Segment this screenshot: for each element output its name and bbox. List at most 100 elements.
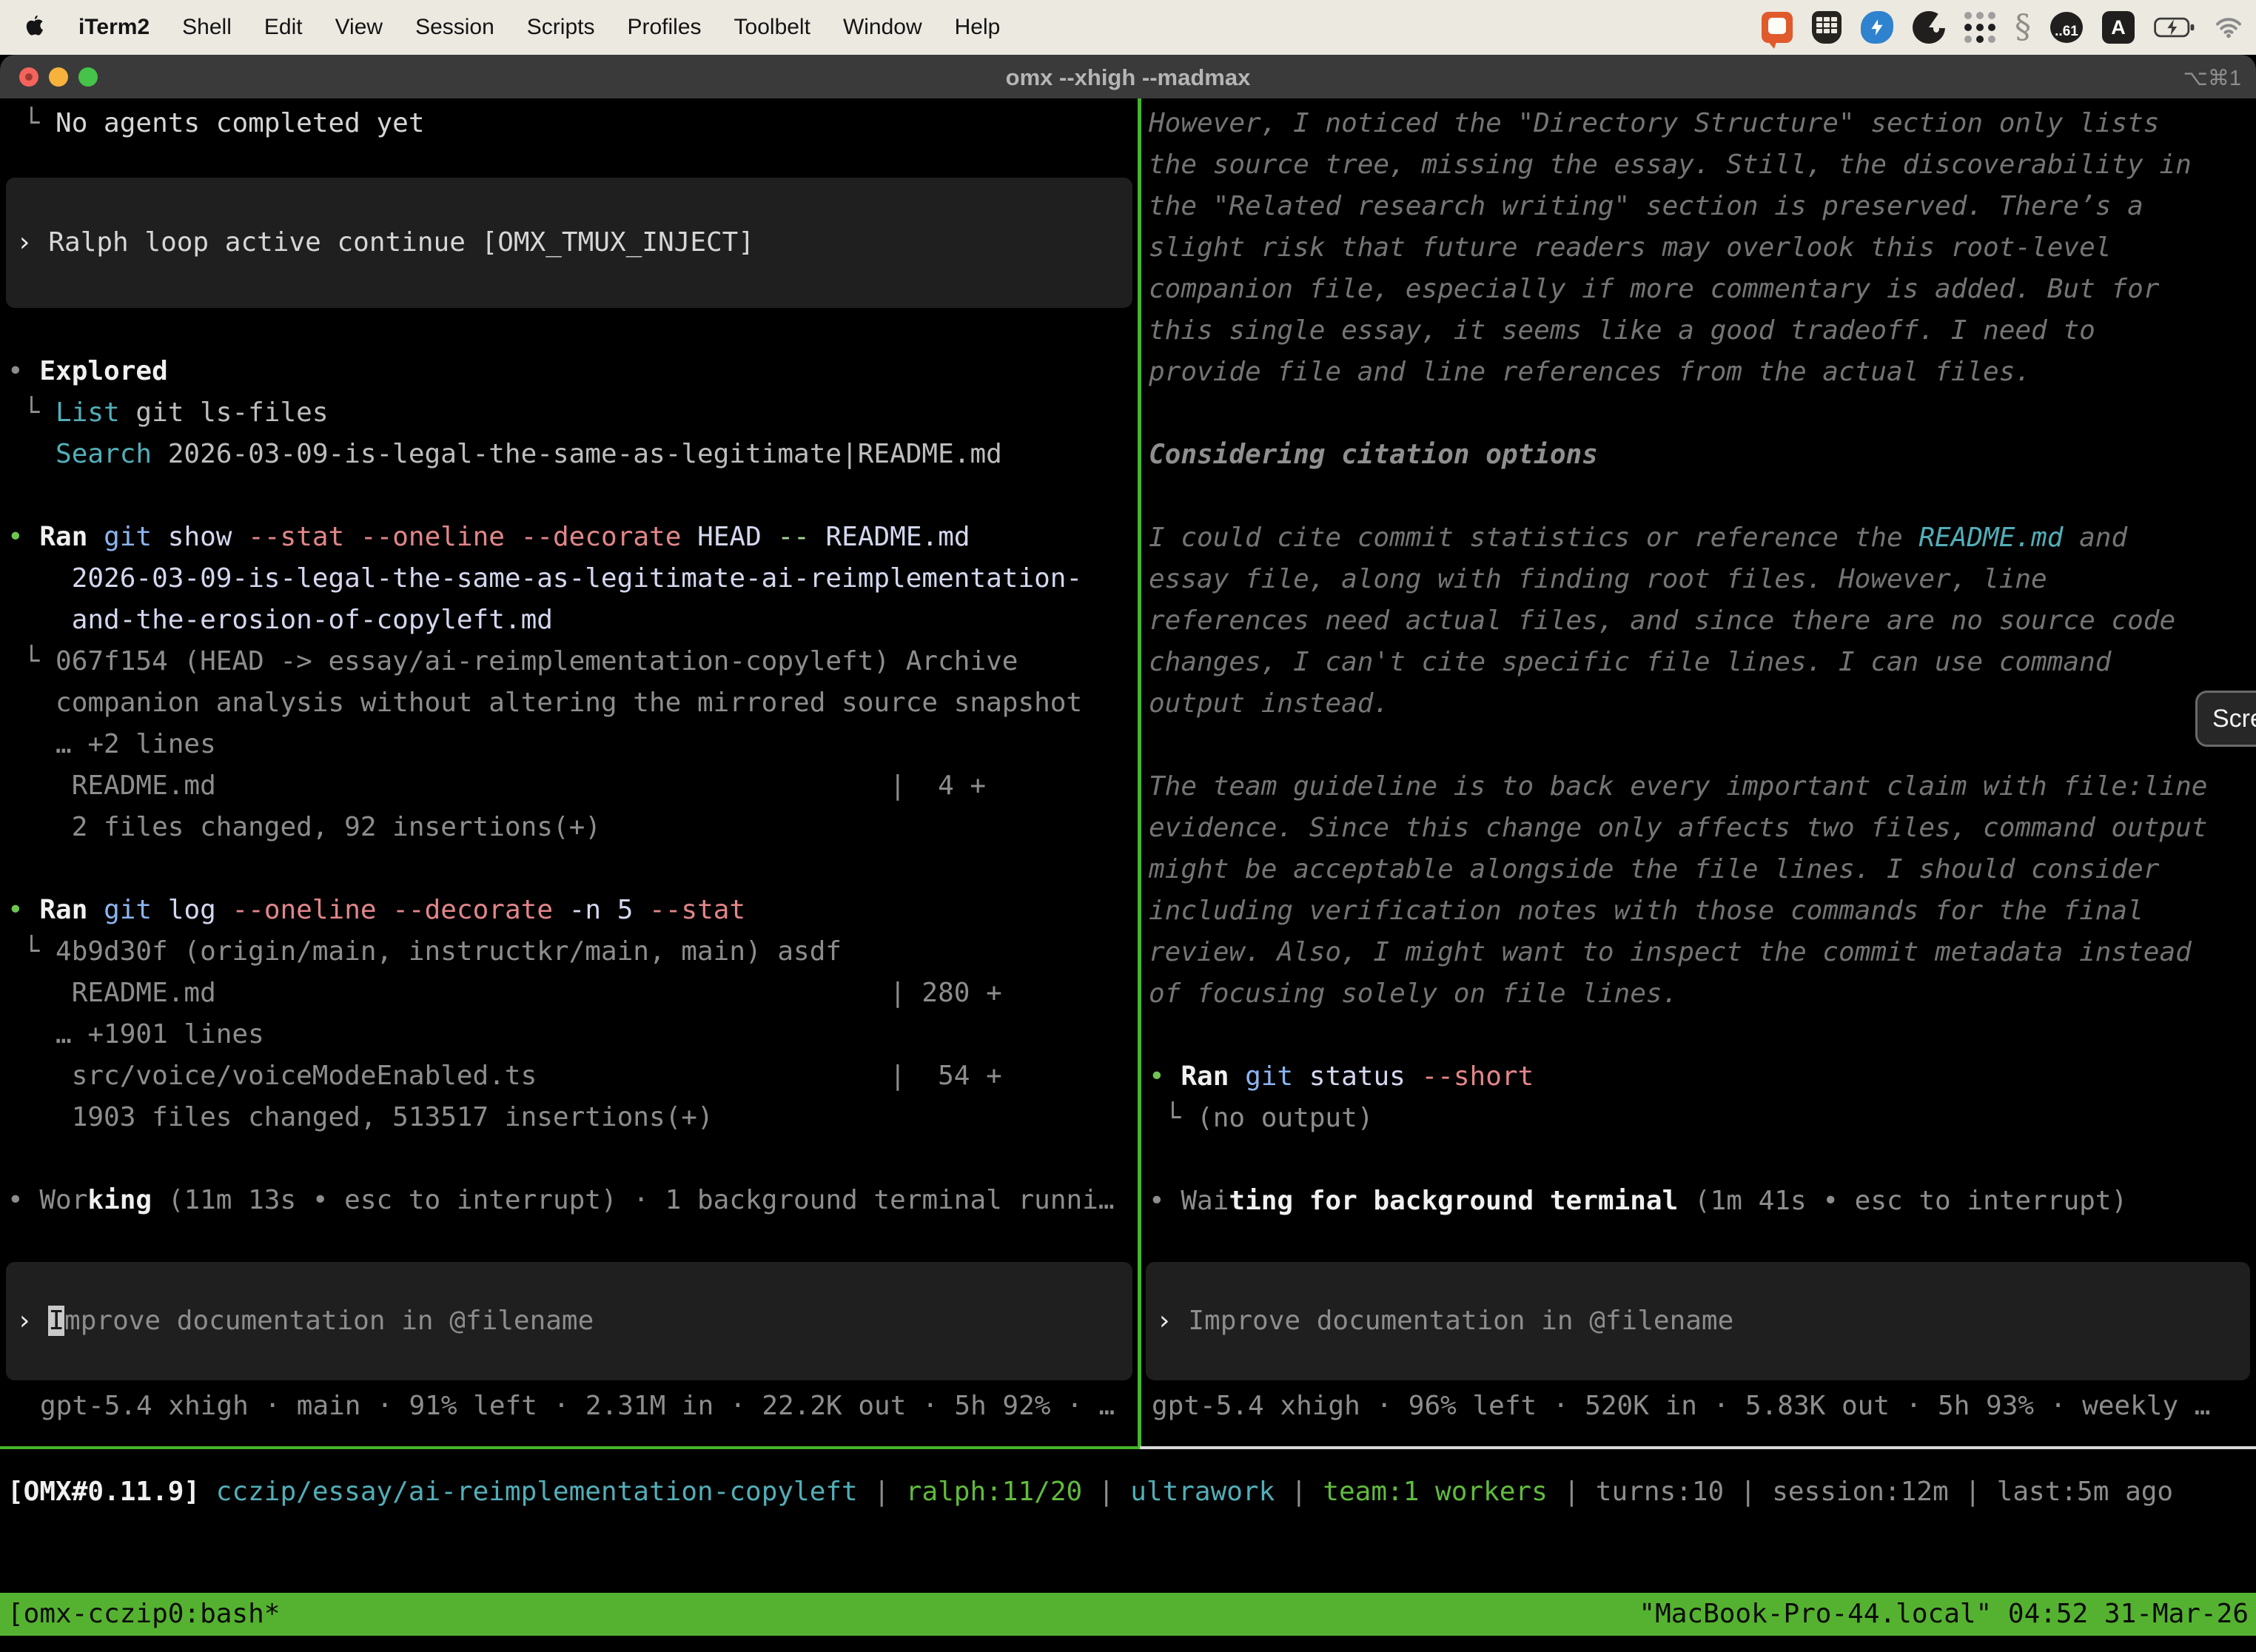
text-segment: 2026-03-09-is-legal-the-same-as-legitima… xyxy=(152,439,1002,469)
text-segment xyxy=(200,1477,216,1507)
text-segment: README.md | 4 + xyxy=(7,770,986,801)
text-segment: --oneline xyxy=(232,895,376,925)
terminal-line: review. Also, I might want to inspect th… xyxy=(1149,932,2252,973)
terminal-line: └ List git ls-files xyxy=(7,392,1135,434)
chat-bubble-tail xyxy=(1767,40,1777,49)
text-segment: I xyxy=(48,1306,64,1336)
window-title: omx --xhigh --madmax xyxy=(0,64,2256,91)
terminal-line xyxy=(1149,1139,2252,1181)
text-segment: Ralph loop active continue [OMX_TMUX_INJ… xyxy=(48,227,754,258)
text-segment: -n 5 xyxy=(553,895,649,925)
text-segment: might be acceptable alongside the file l… xyxy=(1149,854,2159,884)
terminal-line: essay file, along with finding root file… xyxy=(1149,559,2252,600)
terminal-line: └ (no output) xyxy=(1149,1098,2252,1139)
tmux-pane-divider[interactable] xyxy=(1138,98,1141,1449)
text-segment: provide file and line references from th… xyxy=(1149,357,2031,387)
text-segment xyxy=(87,895,104,925)
terminal-line: • Working (11m 13s • esc to interrupt) ·… xyxy=(7,1180,1135,1221)
pie-dot xyxy=(1933,25,1939,33)
text-segment: show xyxy=(152,522,248,552)
chat-bubble-icon[interactable] xyxy=(1762,12,1793,43)
terminal-line: provide file and line references from th… xyxy=(1149,352,2252,393)
text-segment: Considering citation options xyxy=(1149,440,1598,470)
screen-share-overlay-button[interactable]: Scre xyxy=(2195,691,2256,747)
text-segment: status xyxy=(1293,1061,1421,1092)
menu-item-toolbelt[interactable]: Toolbelt xyxy=(734,15,810,40)
battery-glyph-icon xyxy=(2154,17,2195,38)
terminal-line: • Ran git status --short xyxy=(1149,1056,2252,1098)
text-segment: › xyxy=(16,227,48,258)
text-segment: 4b9d30f (origin/main, instructkr/main, m… xyxy=(56,936,842,967)
terminal-line: README.md | 4 + xyxy=(7,765,1135,807)
text-segment: Ran xyxy=(39,522,87,552)
security-shield-icon[interactable] xyxy=(1812,11,1842,44)
text-segment: 1903 files changed, 513517 insertions(+) xyxy=(7,1102,714,1132)
terminal-line: this single essay, it seems like a good … xyxy=(1149,310,2252,352)
wifi-icon[interactable] xyxy=(2215,16,2243,38)
text-segment: ralph:11/20 xyxy=(906,1477,1082,1507)
menu-item-profiles[interactable]: Profiles xyxy=(627,15,701,40)
text-segment: gpt-5.4 xhigh · main · 91% left · 2.31M … xyxy=(40,1391,1115,1421)
text-segment: mprove documentation in @filename xyxy=(64,1306,594,1336)
terminal-line: └ 4b9d30f (origin/main, instructkr/main,… xyxy=(7,931,1135,973)
text-segment: (11m 13s • esc to interrupt) · 1 backgro… xyxy=(152,1185,1114,1215)
text-segment: └ xyxy=(7,397,56,428)
text-segment: README.md xyxy=(1918,523,2063,553)
terminal-line xyxy=(7,475,1135,517)
text-segment: List xyxy=(56,397,120,428)
menu-item-help[interactable]: Help xyxy=(955,15,1001,40)
left-pane-transcript[interactable]: • Explored └ List git ls-files Search 20… xyxy=(7,351,1135,1221)
menu-item-window[interactable]: Window xyxy=(843,15,922,40)
terminal-line: • Ran git log --oneline --decorate -n 5 … xyxy=(7,890,1135,931)
window-titlebar[interactable]: omx --xhigh --madmax ⌥⌘1 xyxy=(0,55,2256,98)
menu-item-edit[interactable]: Edit xyxy=(264,15,303,40)
menu-item-iterm2[interactable]: iTerm2 xyxy=(78,15,150,40)
battery-icon[interactable] xyxy=(2154,17,2195,38)
text-segment: | xyxy=(858,1477,906,1507)
terminal-line xyxy=(1149,393,2252,434)
terminal-line: src/voice/voiceModeEnabled.ts | 54 + xyxy=(7,1055,1135,1097)
text-segment: king xyxy=(87,1185,152,1215)
text-segment: session:12m xyxy=(1772,1477,1948,1507)
text-segment: of focusing solely on file lines. xyxy=(1149,978,1678,1009)
right-prompt-input[interactable]: › Improve documentation in @filename xyxy=(1146,1262,2250,1380)
text-segment: team:1 workers xyxy=(1323,1477,1547,1507)
text-segment: --decorate xyxy=(521,522,682,552)
apple-menu-icon[interactable] xyxy=(22,15,46,40)
text-segment xyxy=(87,522,104,552)
text-segment: └ xyxy=(7,936,56,967)
text-segment: Search xyxy=(56,439,152,469)
terminal-line: • Waiting for background terminal (1m 41… xyxy=(1149,1181,2252,1222)
text-segment: ultrawork xyxy=(1130,1477,1275,1507)
pie-app-icon[interactable] xyxy=(1913,11,1945,44)
left-prompt-input[interactable]: › Improve documentation in @filename xyxy=(6,1262,1132,1380)
left-queued-prompt-box[interactable]: › Ralph loop active continue [OMX_TMUX_I… xyxy=(6,178,1132,308)
window-shortcut-badge: ⌥⌘1 xyxy=(2183,65,2241,91)
sync-bolt-icon[interactable] xyxy=(1861,11,1893,44)
left-pane-header-lines[interactable]: └ No agents completed yet xyxy=(7,103,1135,144)
menu-item-session[interactable]: Session xyxy=(415,15,494,40)
squiggle-icon[interactable]: § xyxy=(2015,11,2031,44)
text-segment xyxy=(344,522,360,552)
shield-grid xyxy=(1816,17,1837,33)
terminal-line: of focusing solely on file lines. xyxy=(1149,973,2252,1015)
menu-item-shell[interactable]: Shell xyxy=(182,15,232,40)
menu-items: iTerm2 Shell Edit View Session Scripts P… xyxy=(0,15,1000,40)
terminal-line: • Explored xyxy=(7,351,1135,392)
menu-status-icons: § ..61 A xyxy=(1762,11,2256,44)
menu-item-view[interactable]: View xyxy=(335,15,383,40)
terminal-line: └ No agents completed yet xyxy=(7,103,1135,144)
menu-item-scripts[interactable]: Scripts xyxy=(527,15,595,40)
tmux-session-label: [omx-cczip0:bash* xyxy=(0,1593,280,1636)
text-segment: › xyxy=(16,1306,48,1336)
right-model-status-line: gpt-5.4 xhigh · 96% left · 520K in · 5.8… xyxy=(1152,1386,2210,1427)
right-pane-transcript[interactable]: However, I noticed the "Directory Struct… xyxy=(1149,103,2252,1222)
text-segment: --stat xyxy=(649,895,745,925)
right-prompt-text: › Improve documentation in @filename xyxy=(1156,1300,1733,1342)
grid-dots-icon[interactable] xyxy=(1964,12,1995,43)
battery-badge-icon[interactable]: ..61 xyxy=(2050,12,2083,43)
input-source-icon[interactable]: A xyxy=(2102,11,2135,44)
terminal-line: companion analysis without altering the … xyxy=(7,682,1135,724)
bolt-glyph-icon xyxy=(1867,18,1887,37)
text-segment: gpt-5.4 xhigh · 96% left · 520K in · 5.8… xyxy=(1152,1391,2210,1421)
